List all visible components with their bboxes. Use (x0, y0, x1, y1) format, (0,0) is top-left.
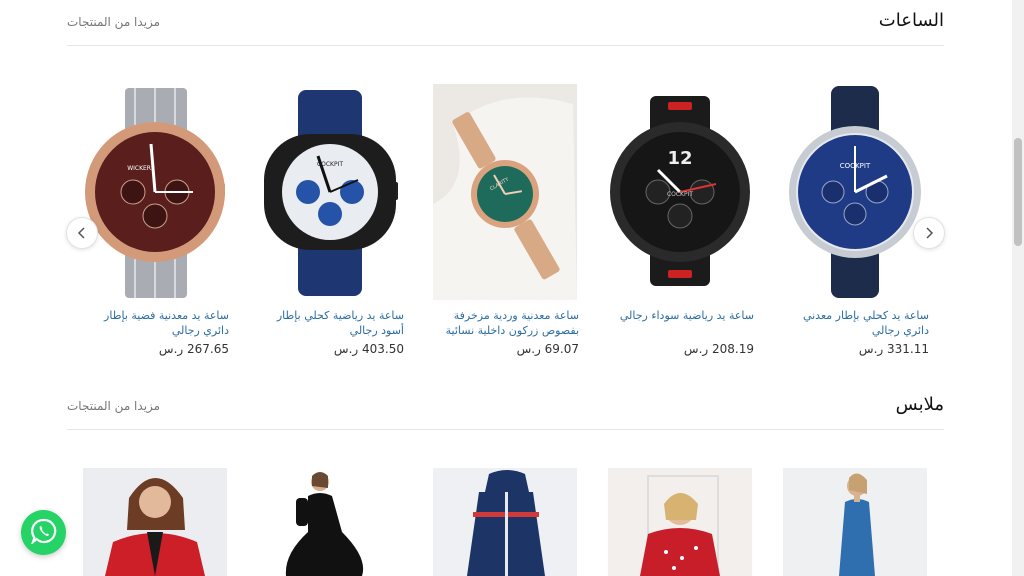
product-image[interactable] (783, 468, 927, 576)
product-image[interactable] (83, 468, 227, 576)
section-title-clothes: ملابس (895, 394, 944, 415)
product-image[interactable]: 12 COCKPIT (608, 84, 752, 300)
product-card[interactable]: WICKERS ساعة يد معدنية فضية بإطار دائري … (83, 84, 229, 356)
carousel-next-button[interactable] (913, 217, 945, 249)
product-price: 267.65 ر.س (158, 342, 229, 356)
product-image[interactable] (258, 468, 402, 576)
watches-section: الساعات مزيدا من المنتجات COCKPIT ساعة ي… (67, 0, 944, 356)
product-name[interactable]: ساعة يد رياضية سوداء رجالي (608, 308, 754, 338)
chevron-right-icon (923, 224, 935, 243)
product-card[interactable]: 12 COCKPIT ساعة يد رياضية سوداء رجالي 20… (608, 84, 754, 356)
page-scrollbar[interactable] (1012, 0, 1024, 576)
clothes-section: ملابس مزيدا من المنتجات (67, 384, 944, 576)
whatsapp-button[interactable] (21, 510, 66, 555)
watch-brand-text: WICKERS (127, 165, 155, 172)
product-card[interactable] (83, 468, 229, 576)
product-name[interactable]: ساعة معدنية وردية مزخرفة بفصوص زركون داخ… (433, 308, 579, 338)
product-name[interactable]: ساعة يد كحلي بإطار معدني دائري رجالي (783, 308, 929, 338)
product-card[interactable] (433, 468, 579, 576)
product-name[interactable]: ساعة يد معدنية فضية بإطار دائري رجالي (83, 308, 229, 338)
product-name[interactable]: ساعة يد رياضية كحلي بإطار أسود رجالي (258, 308, 404, 338)
watches-carousel: COCKPIT ساعة يد كحلي بإطار معدني دائري ر… (83, 84, 929, 356)
product-price: 208.19 ر.س (683, 342, 754, 356)
product-card[interactable] (608, 468, 754, 576)
svg-text:12: 12 (667, 148, 692, 169)
watch-brand-text: COCKPIT (840, 162, 871, 170)
product-card[interactable] (258, 468, 404, 576)
product-card[interactable] (783, 468, 929, 576)
product-card[interactable]: COCKPIT ساعة يد كحلي بإطار معدني دائري ر… (783, 84, 929, 356)
carousel-prev-button[interactable] (66, 217, 98, 249)
product-image[interactable] (608, 468, 752, 576)
product-image[interactable]: WICKERS (83, 84, 227, 300)
more-products-link-clothes[interactable]: مزيدا من المنتجات (67, 399, 160, 413)
clothes-carousel (83, 468, 929, 576)
product-image[interactable]: CLARITY (433, 84, 577, 300)
scrollbar-thumb[interactable] (1014, 138, 1022, 246)
product-price: 403.50 ر.س (333, 342, 404, 356)
product-card[interactable]: COCKPIT ساعة يد رياضية كحلي بإطار أسود ر… (258, 84, 404, 356)
watch-brand-text: COCKPIT (317, 161, 343, 168)
chevron-left-icon (76, 224, 88, 243)
watches-section-header: الساعات مزيدا من المنتجات (67, 0, 944, 46)
product-image[interactable]: COCKPIT (258, 84, 402, 300)
whatsapp-icon (30, 518, 57, 548)
more-products-link-watches[interactable]: مزيدا من المنتجات (67, 15, 160, 29)
clothes-section-header: ملابس مزيدا من المنتجات (67, 384, 944, 430)
watch-brand-text: COCKPIT (667, 191, 693, 198)
product-image[interactable] (433, 468, 577, 576)
product-price: 69.07 ر.س (516, 342, 579, 356)
product-price: 331.11 ر.س (858, 342, 929, 356)
section-title-watches: الساعات (878, 10, 944, 31)
product-image[interactable]: COCKPIT (783, 84, 927, 300)
product-card[interactable]: CLARITY ساعة معدنية وردية مزخرفة بفصوص ز… (433, 84, 579, 356)
